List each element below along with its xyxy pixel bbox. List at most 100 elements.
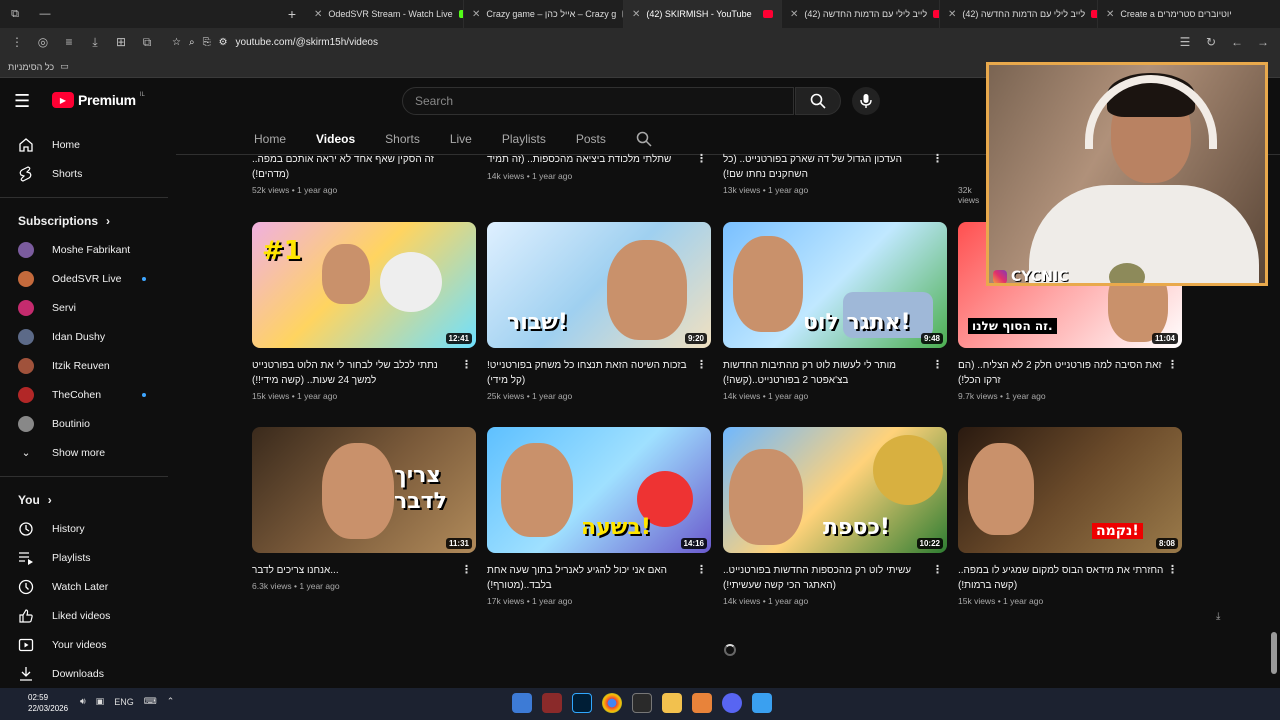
profile-icon[interactable]: ◎ <box>32 31 54 53</box>
language-indicator[interactable]: ENG <box>114 697 134 707</box>
tab-playlists[interactable]: Playlists <box>502 124 546 154</box>
video-thumbnail[interactable]: צריך לדבר 11:31 <box>252 427 476 553</box>
video-card[interactable]: כספת! 10:22 עשיתי לוט רק מהכספות החדשות … <box>723 427 947 606</box>
customize-icon[interactable]: ☰ <box>1174 31 1196 53</box>
sidebar-subscription[interactable]: Servi <box>0 293 170 322</box>
close-tab-icon[interactable]: ✕ <box>314 9 322 20</box>
tab-posts[interactable]: Posts <box>576 124 606 154</box>
video-card[interactable]: נקמה! 8:08 החזרתי את מידאס הבוס למקום שמ… <box>958 427 1182 606</box>
sidebar-item-liked-videos[interactable]: Liked videos <box>0 601 170 630</box>
browser-tab[interactable]: ✕ OdedSVR Stream - Watch Live <box>306 0 464 28</box>
photoshop-icon[interactable] <box>572 693 592 713</box>
app-icon[interactable] <box>692 693 712 713</box>
browser-tab-active[interactable]: ✕ (42) SKIRMISH - YouTube <box>624 0 782 28</box>
tab-home[interactable]: Home <box>254 124 286 154</box>
notepad-icon[interactable] <box>512 693 532 713</box>
browser-tab[interactable]: ✕ (42) לייב לילי עם הדמות החדשה <box>782 0 940 28</box>
close-tab-icon[interactable]: ✕ <box>632 9 640 20</box>
search-input[interactable] <box>415 94 793 108</box>
voice-search-button[interactable] <box>852 87 880 115</box>
site-info-icon[interactable]: ⚙ <box>219 37 228 48</box>
video-title[interactable]: נתתי לכלב שלי לבחור לי את הלוט בפורטנייט… <box>252 358 462 388</box>
more-options-icon[interactable]: ⋮ <box>461 563 472 576</box>
more-options-icon[interactable]: ⋮ <box>1167 563 1178 576</box>
video-card[interactable]: 32k views <box>958 152 988 205</box>
keyboard-icon[interactable]: ⌨︎ <box>144 696 157 707</box>
video-thumbnail[interactable]: בשעה! 14:16 <box>487 427 711 553</box>
extensions-icon[interactable]: ⊞ <box>110 31 132 53</box>
chrome-icon[interactable] <box>602 693 622 713</box>
video-title[interactable]: זאת הסיבה למה פורטנייט חלק 2 לא הצליח.. … <box>958 358 1168 388</box>
windows-start-icon[interactable] <box>752 693 772 713</box>
more-options-icon[interactable]: ⋮ <box>932 358 943 371</box>
scrollbar-thumb[interactable] <box>1271 632 1277 674</box>
sidebar-subscription[interactable]: Moshe Fabrikant <box>0 235 170 264</box>
volume-icon[interactable]: 🔊︎ <box>80 696 86 707</box>
video-card[interactable]: בשעה! 14:16 האם אני יכול להגיע לאנריל בת… <box>487 427 711 606</box>
close-tab-icon[interactable]: ✕ <box>1106 9 1114 20</box>
share-icon[interactable]: ⧉ <box>136 31 158 53</box>
subscriptions-header[interactable]: Subscriptions › <box>0 207 170 235</box>
network-icon[interactable]: ▣ <box>96 696 105 707</box>
video-card[interactable]: זה הסקין שאף אחד לא יראה אותכם במפה.. (מ… <box>252 152 476 195</box>
download-icon[interactable]: ⤓ <box>84 31 106 53</box>
sidebar-item-your-videos[interactable]: Your videos <box>0 630 170 659</box>
guide-menu-icon[interactable]: ☰ <box>14 90 36 112</box>
video-thumbnail[interactable]: כספת! 10:22 <box>723 427 947 553</box>
video-thumbnail[interactable]: שבור! 9:20 <box>487 222 711 348</box>
more-options-icon[interactable]: ⋮ <box>461 358 472 371</box>
video-card[interactable]: צריך לדבר 11:31 ...אנחנו צריכים לדבר 6.3… <box>252 427 476 591</box>
sidebar-item-home[interactable]: Home <box>0 130 170 159</box>
video-title[interactable]: מותר לי לעשות לוט רק מהתיבות החדשות בצ'א… <box>723 358 933 388</box>
sidebar-item-history[interactable]: History <box>0 514 170 543</box>
video-title[interactable]: החזרתי את מידאס הבוס למקום שמגיע לו במפה… <box>958 563 1168 593</box>
tab-live[interactable]: Live <box>450 124 472 154</box>
sidebar-subscription[interactable]: OdedSVR Live <box>0 264 170 293</box>
close-tab-icon[interactable]: ✕ <box>790 9 798 20</box>
epic-games-icon[interactable] <box>632 693 652 713</box>
video-title[interactable]: העדכון הגדול של דה שארק בפורטנייט.. (כל … <box>723 152 933 182</box>
video-card[interactable]: אתגר לוט! 9:48 מותר לי לעשות לוט רק מהתי… <box>723 222 947 401</box>
sidebar-subscription[interactable]: TheCohen <box>0 380 170 409</box>
window-restore-icon[interactable]: ⧉ <box>0 0 30 28</box>
window-minimize-icon[interactable]: — <box>30 0 60 28</box>
video-card[interactable]: שבור! 9:20 בזכות השיטה הזאת תנצחו כל משח… <box>487 222 711 401</box>
video-title[interactable]: שתלתי מלכודת ביציאה מהכספות.. (זה תמיד ע… <box>487 152 697 168</box>
tab-videos[interactable]: Videos <box>316 124 355 154</box>
zoom-icon[interactable]: ⌕ <box>189 37 195 48</box>
install-app-icon[interactable]: ⎘ <box>203 37 211 48</box>
more-options-icon[interactable]: ⋮ <box>1167 358 1178 371</box>
close-tab-icon[interactable]: ✕ <box>948 9 956 20</box>
menu-dots-icon[interactable]: ⋮ <box>6 31 28 53</box>
sidebar-subscription[interactable]: Itzik Reuven <box>0 351 170 380</box>
scrollbar[interactable] <box>1270 80 1280 688</box>
tab-shorts[interactable]: Shorts <box>385 124 420 154</box>
reload-icon[interactable]: ↻ <box>1200 31 1222 53</box>
video-thumbnail[interactable]: נקמה! 8:08 <box>958 427 1182 553</box>
sidebar-item-watch-later[interactable]: Watch Later <box>0 572 170 601</box>
video-title[interactable]: האם אני יכול להגיע לאנריל בתוך שעה אחת ב… <box>487 563 697 593</box>
all-bookmarks-label[interactable]: כל הסימניות <box>8 62 54 72</box>
browser-tab[interactable]: ✕ Crazy game – אייל כהן – Crazy g <box>464 0 624 28</box>
sidebar-subscription[interactable]: Idan Dushy <box>0 322 170 351</box>
app-icon[interactable] <box>542 693 562 713</box>
taskbar-clock[interactable]: 02:59 22/03/2026 <box>28 692 68 714</box>
video-thumbnail[interactable]: #1 12:41 <box>252 222 476 348</box>
video-card[interactable]: #1 12:41 נתתי לכלב שלי לבחור לי את הלוט … <box>252 222 476 401</box>
address-bar[interactable]: ☆ ⌕ ⎘ ⚙ youtube.com/@skirm15h/videos <box>166 31 1126 53</box>
new-tab-button[interactable]: + <box>278 6 306 22</box>
video-thumbnail[interactable]: אתגר לוט! 9:48 <box>723 222 947 348</box>
video-title[interactable]: זה הסקין שאף אחד לא יראה אותכם במפה.. (מ… <box>252 152 462 182</box>
browser-tab[interactable]: ✕ Create a יוטיוברים סטרימרים <box>1098 0 1240 28</box>
more-options-icon[interactable]: ⋮ <box>696 152 707 165</box>
channel-search-icon[interactable] <box>636 130 654 148</box>
sidebar-item-downloads[interactable]: Downloads <box>0 659 170 688</box>
more-options-icon[interactable]: ⋮ <box>696 563 707 576</box>
more-options-icon[interactable]: ⋮ <box>696 358 707 371</box>
sidebar-item-shorts[interactable]: Shorts <box>0 159 170 188</box>
video-title[interactable]: עשיתי לוט רק מהכספות החדשות בפורטנייט..(… <box>723 563 933 593</box>
you-header[interactable]: You › <box>0 486 170 514</box>
more-options-icon[interactable]: ⋮ <box>932 563 943 576</box>
translate-icon[interactable]: ≡ <box>58 31 80 53</box>
file-explorer-icon[interactable] <box>662 693 682 713</box>
